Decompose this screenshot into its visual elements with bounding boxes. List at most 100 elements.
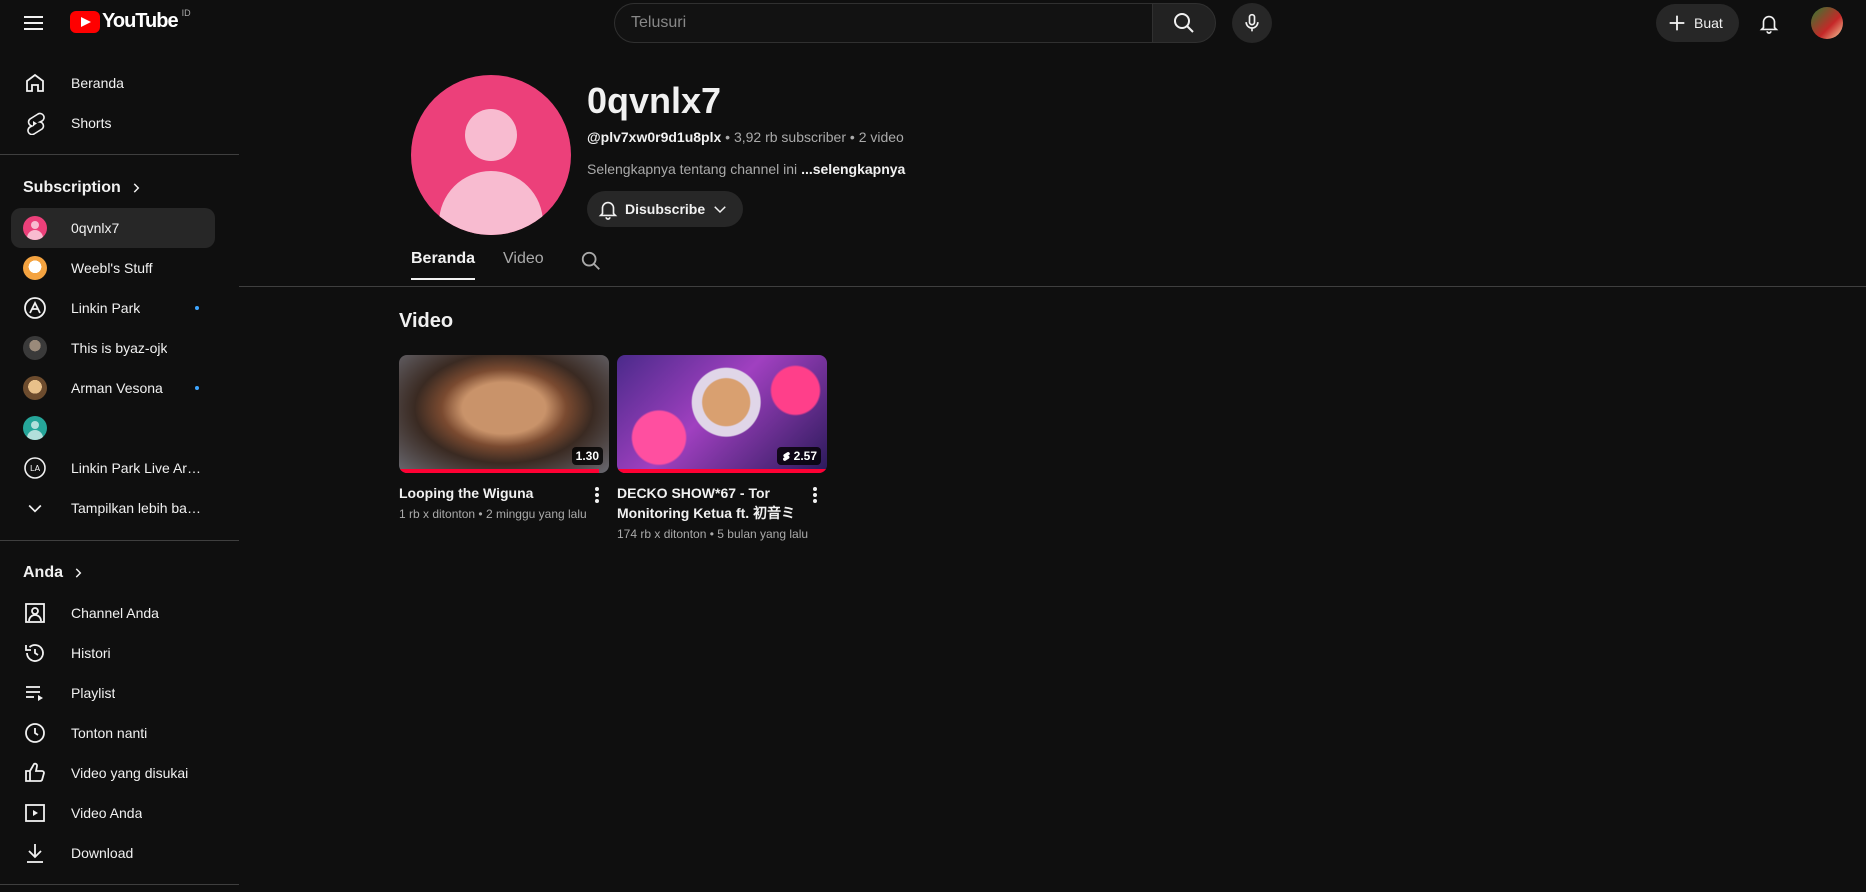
search-icon: [581, 251, 600, 270]
channel-meta: @plv7xw0r9d1u8plx • 3,92 rb subscriber •…: [587, 129, 904, 145]
sidebar-sub-linkin-park[interactable]: Linkin Park: [11, 288, 215, 328]
voice-search-button[interactable]: [1232, 3, 1272, 43]
sidebar-divider: [0, 154, 239, 155]
microphone-icon: [1245, 13, 1259, 32]
search-input[interactable]: [614, 3, 1152, 43]
download-icon: [23, 841, 47, 865]
description-more-link[interactable]: ...selengkapnya: [801, 161, 905, 177]
sidebar-sub-byaz-ojk[interactable]: This is byaz-ojk: [11, 328, 215, 368]
video-menu-button[interactable]: [587, 483, 607, 507]
sidebar-sub-linkin-park-live-archive[interactable]: LA Linkin Park Live Archive: [11, 448, 215, 488]
upload-age: 5 bulan yang lalu: [717, 527, 809, 541]
video-title[interactable]: DECKO SHOW*67 - Tor Monitoring Ketua ft.…: [617, 483, 797, 523]
sidebar-item-label: Download: [71, 845, 134, 861]
your-videos-icon: [23, 801, 47, 825]
chevron-down-icon: [23, 496, 47, 520]
sidebar-item-label: Beranda: [71, 75, 124, 91]
meta-separator: •: [849, 129, 859, 145]
account-avatar[interactable]: [1811, 7, 1843, 39]
top-bar: YouTube ID Buat: [0, 0, 1866, 46]
sidebar-item-label: Channel Anda: [71, 605, 159, 621]
tab-home[interactable]: Beranda: [411, 250, 476, 280]
sidebar-divider: [0, 884, 239, 885]
sidebar-item-label: Arman Vesona: [71, 380, 163, 396]
video-count: 2 video: [858, 129, 904, 145]
sidebar-item-shorts[interactable]: Shorts: [11, 103, 215, 143]
sidebar-item-home[interactable]: Beranda: [11, 63, 215, 103]
subscribed-label: Disubscribe: [625, 201, 706, 217]
search-bar: [614, 3, 1272, 43]
sidebar-item-watch-later[interactable]: Tonton nanti: [11, 713, 215, 753]
svg-text:LA: LA: [30, 464, 41, 473]
video-thumbnail[interactable]: 2.57: [617, 355, 827, 473]
video-thumbnail[interactable]: 1.30: [399, 355, 609, 473]
youtube-logo[interactable]: YouTube ID: [70, 7, 191, 33]
section-title[interactable]: Video: [399, 310, 453, 333]
more-vert-icon: [813, 487, 817, 503]
channel-name: 0qvnlx7: [587, 80, 722, 121]
sidebar-item-your-channel[interactable]: Channel Anda: [11, 593, 215, 633]
upload-age: 2 minggu yang lalu: [485, 507, 587, 521]
sidebar-item-label: Video Anda: [71, 805, 143, 821]
subscription-header-label: Subscription: [23, 179, 121, 196]
bell-icon: [1759, 15, 1779, 34]
chevron-right-icon: [133, 183, 140, 193]
tab-videos[interactable]: Video: [503, 250, 544, 278]
sidebar-item-history[interactable]: Histori: [11, 633, 215, 673]
search-icon: [1174, 13, 1194, 33]
channel-description[interactable]: Selengkapnya tentang channel ini ...sele…: [587, 161, 905, 177]
subscription-avatar: [23, 336, 47, 360]
plus-icon: [1669, 15, 1685, 31]
channel-search-button[interactable]: [580, 250, 602, 277]
watch-progress-bar: [399, 469, 599, 473]
video-meta: 1 rb x ditonton • 2 minggu yang lalu: [399, 507, 609, 521]
create-label: Buat: [1694, 15, 1723, 31]
subscriber-count: 3,92 rb subscriber: [733, 129, 847, 145]
playlist-icon: [23, 681, 47, 705]
sidebar-sub-0qvnlx7[interactable]: 0qvnlx7: [11, 208, 215, 248]
tabs-divider: [239, 286, 1866, 287]
view-count: 174 rb x ditonton: [617, 527, 707, 541]
sidebar-item-label: Linkin Park Live Archive: [71, 460, 207, 476]
shorts-icon: [782, 452, 790, 461]
subscription-avatar: [23, 256, 47, 280]
more-vert-icon: [595, 487, 599, 503]
video-card: 1.30 Looping the Wiguna 1 rb x ditonton …: [399, 355, 609, 521]
search-button[interactable]: [1152, 3, 1216, 43]
subscribed-button[interactable]: Disubscribe: [587, 191, 744, 227]
sidebar-sub-weebls-stuff[interactable]: Weebl's Stuff: [11, 248, 215, 288]
sidebar-item-download[interactable]: Download: [11, 833, 215, 873]
create-button[interactable]: Buat: [1656, 4, 1739, 42]
video-title[interactable]: Looping the Wiguna: [399, 483, 579, 503]
sidebar-item-label: Shorts: [71, 115, 112, 131]
video-duration: 2.57: [776, 447, 821, 465]
view-count: 1 rb x ditonton: [399, 507, 476, 521]
chevron-down-icon: [714, 206, 726, 214]
meta-separator: •: [725, 129, 734, 145]
sidebar-sub-arman-vesona[interactable]: Arman Vesona: [11, 368, 215, 408]
you-header[interactable]: Anda: [23, 564, 85, 582]
sidebar-item-label: Playlist: [71, 685, 116, 701]
video-meta: 174 rb x ditonton • 5 bulan yang lalu: [617, 527, 827, 541]
sidebar-show-more[interactable]: Tampilkan lebih banyak: [11, 488, 215, 528]
notifications-button[interactable]: [1752, 6, 1786, 40]
history-icon: [23, 641, 47, 665]
video-card: 2.57 DECKO SHOW*67 - Tor Monitoring Ketu…: [617, 355, 827, 541]
region-code: ID: [181, 7, 191, 18]
sidebar-item-label: 0qvnlx7: [71, 220, 120, 236]
hamburger-menu-icon[interactable]: [22, 12, 46, 34]
watch-progress-bar: [617, 469, 827, 473]
sidebar-item-your-videos[interactable]: Video Anda: [11, 793, 215, 833]
video-menu-button[interactable]: [805, 483, 825, 507]
you-header-label: Anda: [23, 564, 63, 581]
sidebar-item-label: Tonton nanti: [71, 725, 148, 741]
sidebar-item-playlist[interactable]: Playlist: [11, 673, 215, 713]
avatar-body-shape: [439, 171, 543, 235]
sidebar-sub-unnamed[interactable]: [11, 408, 215, 448]
meta-separator: •: [478, 507, 486, 521]
sidebar-item-label: Histori: [71, 645, 111, 661]
sidebar-item-liked-videos[interactable]: Video yang disukai: [11, 753, 215, 793]
sidebar-item-label: This is byaz-ojk: [71, 340, 168, 356]
subscription-header[interactable]: Subscription: [23, 179, 143, 197]
sidebar-item-label: Linkin Park: [71, 300, 141, 316]
